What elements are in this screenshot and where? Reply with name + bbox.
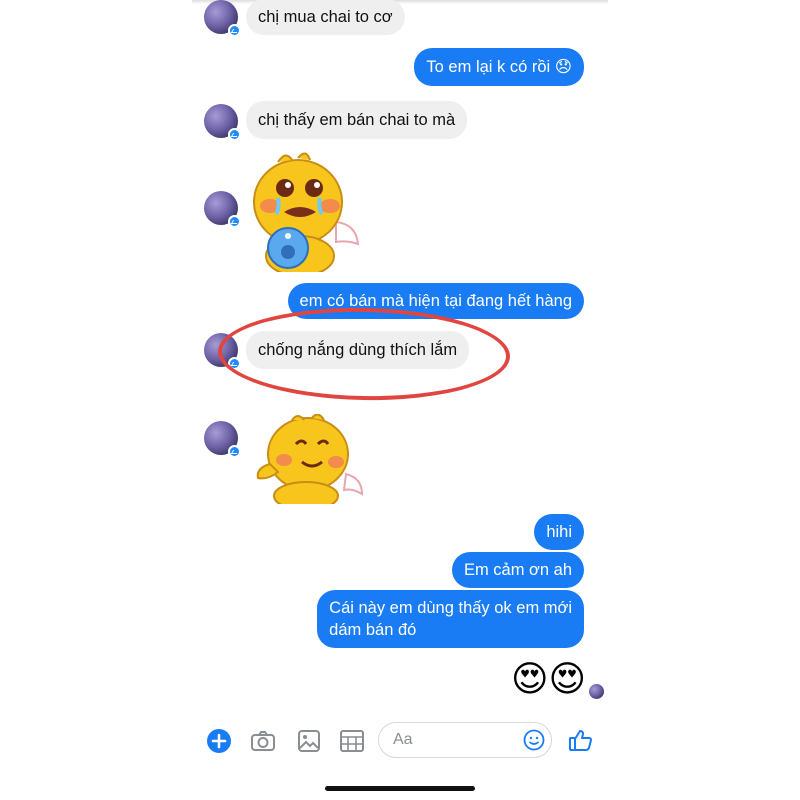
avatar[interactable] <box>204 104 241 141</box>
home-indicator <box>325 786 475 791</box>
chat-screen: chị mua chai to cơ To em lại k có rồi 😞 … <box>192 0 608 800</box>
messenger-badge-icon <box>228 215 241 228</box>
avatar[interactable] <box>204 421 241 458</box>
incoming-message[interactable]: chị thấy em bán chai to mà <box>246 101 468 139</box>
outgoing-message[interactable]: To em lại k có rồi 😞 <box>414 48 584 86</box>
avatar[interactable] <box>204 191 241 228</box>
emoji-icon[interactable] <box>523 729 545 751</box>
outgoing-message-multiline[interactable]: Cái này em dùng thấy ok em mới dám bán đ… <box>317 590 584 648</box>
red-circle-annotation <box>217 305 511 403</box>
message-input-placeholder: Aa <box>393 731 413 748</box>
gif-icon[interactable] <box>339 728 365 754</box>
seen-avatar <box>589 684 604 699</box>
messenger-badge-icon <box>228 445 241 458</box>
message-line: dám bán đó <box>329 621 417 639</box>
message-input[interactable]: Aa <box>378 722 552 758</box>
incoming-message[interactable]: chị mua chai to cơ <box>246 0 405 35</box>
outgoing-message[interactable]: hihi <box>534 514 584 550</box>
composer-bar: Aa <box>192 718 608 764</box>
thumbs-up-icon[interactable] <box>568 727 594 753</box>
avatar[interactable] <box>204 0 241 37</box>
messenger-badge-icon <box>228 24 241 37</box>
message-line: Cái này em dùng thấy ok em mới <box>329 599 572 617</box>
plus-icon[interactable] <box>206 728 232 754</box>
waving-dinosaur-sticker[interactable] <box>256 414 366 504</box>
gallery-icon[interactable] <box>296 728 322 754</box>
camera-icon[interactable] <box>250 728 276 754</box>
messenger-badge-icon <box>228 128 241 141</box>
outgoing-message[interactable]: Em cảm ơn ah <box>451 552 584 588</box>
emoji-message[interactable]: 😍😍 <box>511 658 586 702</box>
crying-dinosaur-sticker[interactable] <box>248 152 360 272</box>
